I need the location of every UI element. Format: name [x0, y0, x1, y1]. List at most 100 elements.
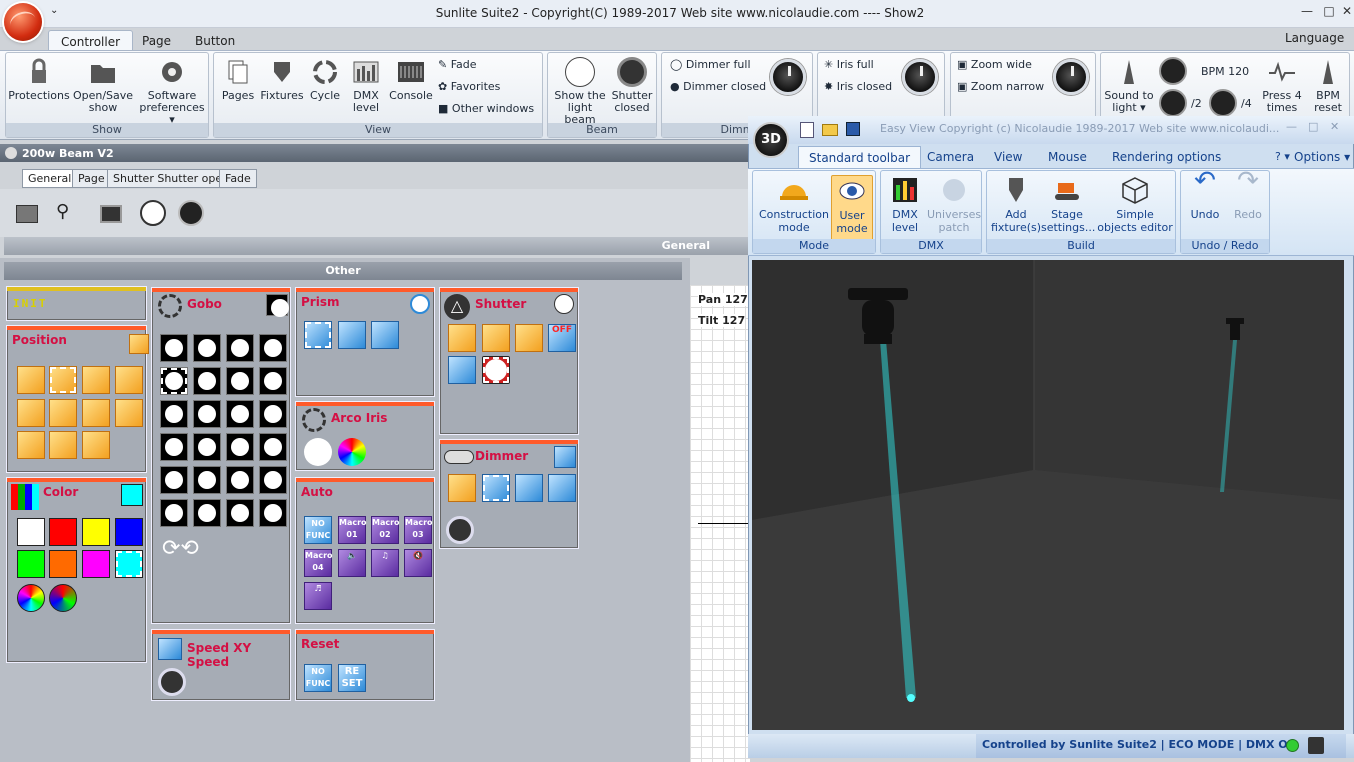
- auto-no-func-button[interactable]: NO FUNC: [304, 516, 332, 544]
- user-mode-button[interactable]: User mode: [831, 175, 873, 241]
- color-cyan-button[interactable]: [115, 550, 143, 578]
- gobo-button[interactable]: [259, 400, 287, 428]
- favorites-button[interactable]: ✿ Favorites: [438, 80, 500, 93]
- add-fixtures-button[interactable]: Add fixture(s): [989, 175, 1043, 234]
- gobo-button[interactable]: [193, 367, 221, 395]
- dmx-level-button[interactable]: DMX level: [346, 57, 386, 114]
- position-eight2-button[interactable]: [49, 399, 77, 427]
- auto-sound2-button[interactable]: ♫: [371, 549, 399, 577]
- open-save-show-button[interactable]: Open/Save show: [72, 57, 134, 114]
- w3-help-menu[interactable]: ? ▾: [1275, 150, 1290, 163]
- gobo-button[interactable]: [226, 433, 254, 461]
- position-vertical-button[interactable]: [17, 431, 45, 459]
- bpm-half-button[interactable]: [1159, 89, 1187, 117]
- w3-dmx-level-button[interactable]: DMX level: [883, 175, 927, 234]
- gobo-button[interactable]: [193, 334, 221, 362]
- tab-page[interactable]: Page: [130, 30, 183, 52]
- cycle-button[interactable]: Cycle: [306, 57, 344, 102]
- auto-macro-02-button[interactable]: Macro 02: [371, 516, 400, 544]
- color-wheel2-icon[interactable]: [49, 584, 77, 612]
- subtab-page[interactable]: Page: [72, 169, 111, 188]
- w3-minimize-button[interactable]: —: [1286, 120, 1297, 133]
- dimmer-closed-button[interactable]: ● Dimmer closed: [670, 80, 766, 93]
- gobo-button[interactable]: [226, 466, 254, 494]
- dimmer-full-button[interactable]: ◯ Dimmer full: [670, 58, 751, 71]
- open-folder-icon[interactable]: [822, 124, 838, 136]
- gobo-button[interactable]: [160, 466, 188, 494]
- gobo-button[interactable]: [193, 400, 221, 428]
- gobo-button[interactable]: [259, 466, 287, 494]
- position-circle-button[interactable]: [17, 366, 45, 394]
- show-light-beam-button[interactable]: Show the light beam: [552, 57, 608, 126]
- save-disk-icon[interactable]: [846, 122, 860, 136]
- layout-icon[interactable]: [100, 205, 122, 223]
- gobo-button[interactable]: [160, 400, 188, 428]
- position-horizontal2-button[interactable]: [115, 399, 143, 427]
- zoom-wide-button[interactable]: ▣ Zoom wide: [957, 58, 1032, 71]
- auto-macro-01-button[interactable]: Macro 01: [338, 516, 367, 544]
- shutter-strobe-mid-button[interactable]: [482, 324, 510, 352]
- position-center-button[interactable]: [49, 366, 77, 394]
- reset-button[interactable]: RE SET: [338, 664, 366, 692]
- gobo-button[interactable]: [160, 433, 188, 461]
- app-menu-orb-icon[interactable]: [4, 3, 42, 41]
- zoom-narrow-button[interactable]: ▣ Zoom narrow: [957, 80, 1044, 93]
- shutter-random-button[interactable]: [448, 356, 476, 384]
- w3-maximize-button[interactable]: □: [1308, 120, 1318, 133]
- tab-button[interactable]: Button: [183, 30, 247, 52]
- dimmer-full-button-panel[interactable]: [482, 474, 510, 502]
- position-wave-button[interactable]: [115, 366, 143, 394]
- dimmer-pulse-button[interactable]: [515, 474, 543, 502]
- pages-button[interactable]: Pages: [218, 57, 258, 102]
- dimmer-pulse2-button[interactable]: [548, 474, 576, 502]
- color-red-button[interactable]: [49, 518, 77, 546]
- shutter-open-button[interactable]: [482, 356, 510, 384]
- protections-button[interactable]: Protections: [8, 57, 70, 102]
- simple-objects-editor-button[interactable]: Simple objects editor: [1095, 175, 1175, 234]
- prism-rotate-button[interactable]: [371, 321, 399, 349]
- speed-knob[interactable]: [158, 668, 186, 696]
- shutter-off-button[interactable]: OFF: [548, 324, 576, 352]
- position-horizontal-button[interactable]: [82, 399, 110, 427]
- redo-button[interactable]: ↷ Redo: [1227, 168, 1269, 221]
- prism-open-button[interactable]: [304, 321, 332, 349]
- quick-access-dropdown-icon[interactable]: ⌄: [50, 5, 58, 16]
- position-eight-button[interactable]: [82, 366, 110, 394]
- construction-mode-button[interactable]: Construction mode: [757, 175, 831, 234]
- auto-music-button[interactable]: ♬: [304, 582, 332, 610]
- software-preferences-button[interactable]: Software preferences ▾: [138, 57, 206, 126]
- color-magenta-button[interactable]: [82, 550, 110, 578]
- undo-button[interactable]: ↶ Undo: [1183, 168, 1227, 221]
- dimmer-knob[interactable]: [770, 59, 806, 95]
- shutter-strobe-fast-button[interactable]: [515, 324, 543, 352]
- 3d-viewport[interactable]: [752, 260, 1344, 730]
- subtab-fade[interactable]: Fade: [219, 169, 257, 188]
- w3-tab-rendering-options[interactable]: Rendering options: [1102, 146, 1231, 168]
- dimmer-knob-panel[interactable]: [446, 516, 474, 544]
- position-spiral-button[interactable]: [82, 431, 110, 459]
- arco-iris-open-button[interactable]: [304, 438, 332, 466]
- minimize-button[interactable]: —: [1296, 4, 1318, 20]
- gobo-button[interactable]: [193, 466, 221, 494]
- 3d-logo-icon[interactable]: 3D: [753, 122, 789, 158]
- subtab-shutter[interactable]: Shutter Shutter open: [107, 169, 236, 188]
- color-wheel-icon[interactable]: [17, 584, 45, 612]
- fixtures-button[interactable]: Fixtures: [260, 57, 304, 102]
- universes-patch-button[interactable]: Universes patch: [927, 175, 981, 234]
- gobo-button[interactable]: [259, 433, 287, 461]
- gobo-button[interactable]: [259, 367, 287, 395]
- press-4-times-button[interactable]: Press 4 times: [1259, 57, 1305, 114]
- beam-on-icon[interactable]: [140, 200, 166, 226]
- gobo-rotate-icon[interactable]: ⟳⟲: [162, 536, 199, 561]
- gobo-button[interactable]: [226, 499, 254, 527]
- shutter-strobe-slow-button[interactable]: [448, 324, 476, 352]
- w3-tab-camera[interactable]: Camera: [917, 146, 984, 168]
- search-icon[interactable]: ⚲: [56, 201, 69, 222]
- reset-no-func-button[interactable]: NO FUNC: [304, 664, 332, 692]
- position-loop-button[interactable]: [17, 399, 45, 427]
- init-panel[interactable]: INIT: [6, 286, 147, 321]
- arco-iris-rainbow-button[interactable]: [338, 438, 366, 466]
- gobo-button[interactable]: [259, 334, 287, 362]
- gobo-button[interactable]: [160, 499, 188, 527]
- color-blue-button[interactable]: [115, 518, 143, 546]
